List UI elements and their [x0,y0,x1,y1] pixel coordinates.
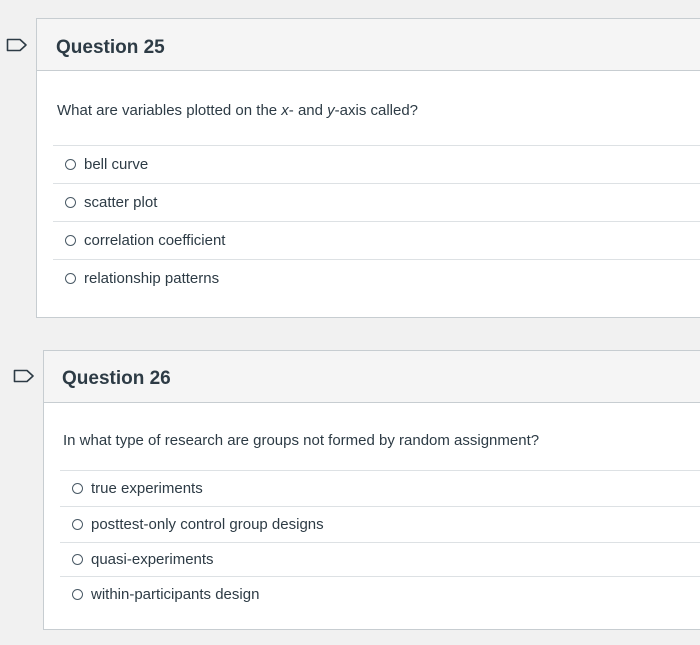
radio-icon[interactable] [72,483,83,494]
answer-option[interactable]: within-participants design [60,576,700,612]
answer-option[interactable]: bell curve [53,145,700,183]
radio-icon[interactable] [72,554,83,565]
question-card: Question 26 In what type of research are… [43,350,700,630]
radio-icon[interactable] [65,273,76,284]
answer-label: true experiments [91,480,203,497]
answer-label: relationship patterns [84,270,220,287]
answer-label: correlation coefficient [84,232,226,249]
question-text: What are variables plotted on the x- and… [57,102,419,119]
answer-option[interactable]: correlation coefficient [53,221,700,259]
question-header: Question 25 [37,19,700,71]
radio-icon[interactable] [72,519,83,530]
answer-list: bell curve scatter plot correlation coef… [53,145,700,297]
flag-question-icon[interactable] [6,38,28,52]
answer-option[interactable]: scatter plot [53,183,700,221]
question-text: In what type of research are groups not … [63,432,540,449]
answer-label: quasi-experiments [91,551,214,568]
radio-icon[interactable] [65,159,76,170]
radio-icon[interactable] [65,197,76,208]
answer-list: true experiments posttest-only control g… [60,470,700,612]
question-title: Question 25 [56,37,165,58]
answer-label: posttest-only control group designs [91,516,324,533]
question-header: Question 26 [44,351,700,403]
answer-option[interactable]: relationship patterns [53,259,700,297]
answer-label: bell curve [84,156,149,173]
answer-option[interactable]: quasi-experiments [60,542,700,576]
flag-question-icon[interactable] [13,369,35,383]
answer-option[interactable]: true experiments [60,470,700,506]
question-card: Question 25 What are variables plotted o… [36,18,700,318]
answer-label: within-participants design [91,586,260,603]
radio-icon[interactable] [72,589,83,600]
radio-icon[interactable] [65,235,76,246]
question-title: Question 26 [62,368,171,389]
answer-option[interactable]: posttest-only control group designs [60,506,700,542]
answer-label: scatter plot [84,194,158,211]
